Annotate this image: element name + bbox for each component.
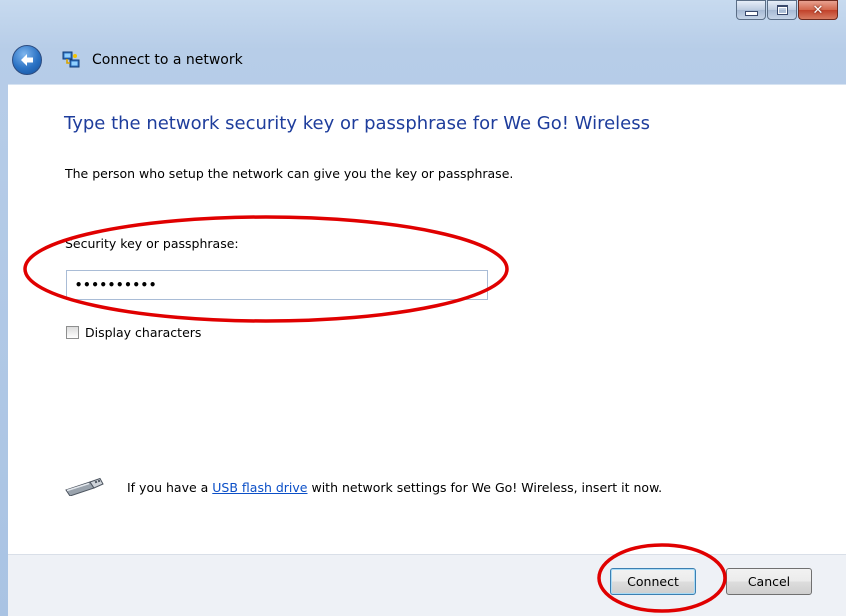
- close-icon: ✕: [812, 2, 824, 18]
- footer-bar: Connect Cancel: [8, 554, 846, 616]
- maximize-icon: [776, 5, 788, 15]
- security-key-label: Security key or passphrase:: [65, 236, 239, 251]
- caption-controls: ✕: [735, 0, 838, 22]
- intro-text: The person who setup the network can giv…: [65, 166, 514, 181]
- display-characters-label[interactable]: Display characters: [85, 325, 201, 340]
- usb-flash-drive-link[interactable]: USB flash drive: [212, 480, 307, 495]
- usb-text-before: If you have a: [127, 480, 213, 495]
- page-heading: Type the network security key or passphr…: [64, 113, 650, 134]
- content-panel: Type the network security key or passphr…: [8, 84, 846, 555]
- navigation-bar: Connect to a network: [12, 42, 243, 78]
- connect-to-network-window: ✕ Connect to a network Type the network …: [0, 0, 846, 616]
- close-button[interactable]: ✕: [798, 0, 838, 20]
- minimize-button[interactable]: [736, 0, 766, 20]
- display-characters-row[interactable]: Display characters: [66, 325, 201, 340]
- display-characters-checkbox[interactable]: [66, 326, 79, 339]
- usb-instruction-text: If you have a USB flash drive with netwo…: [127, 477, 727, 499]
- back-button[interactable]: [12, 45, 42, 75]
- cancel-button[interactable]: Cancel: [726, 568, 812, 595]
- connect-button[interactable]: Connect: [610, 568, 696, 595]
- security-key-input[interactable]: [66, 270, 488, 300]
- back-arrow-icon: [21, 54, 33, 66]
- usb-text-after: with network settings for We Go! Wireles…: [307, 480, 663, 495]
- minimize-icon: [744, 10, 758, 16]
- window-title: Connect to a network: [92, 52, 243, 68]
- maximize-button[interactable]: [767, 0, 797, 20]
- usb-drive-icon: [65, 477, 104, 496]
- network-icon: [62, 51, 80, 68]
